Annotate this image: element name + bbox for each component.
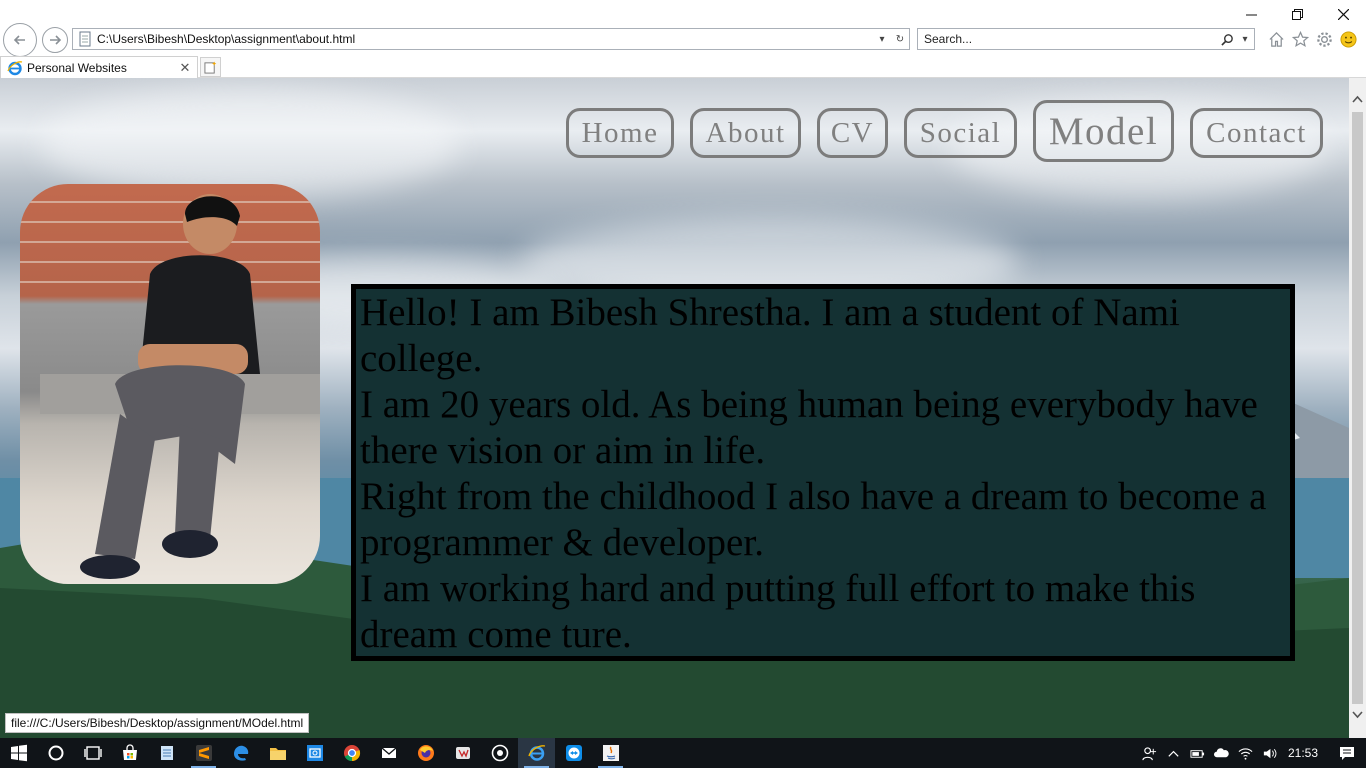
windows-start-icon[interactable] <box>0 738 37 768</box>
tab-strip: Personal Websites ✕ <box>0 56 1366 78</box>
teamviewer-icon[interactable] <box>555 738 592 768</box>
arrow-left-icon <box>13 35 25 45</box>
page-file-icon <box>79 31 91 47</box>
back-button[interactable] <box>3 23 37 57</box>
favorites-star-icon[interactable] <box>1290 29 1310 49</box>
link-status-tooltip: file:///C:/Users/Bibesh/Desktop/assignme… <box>5 713 310 733</box>
nav-contact-button[interactable]: Contact <box>1190 108 1323 158</box>
wifi-icon[interactable] <box>1234 738 1258 768</box>
ie-taskbar-icon[interactable] <box>518 738 555 768</box>
site-nav-menu: Home About CV Social Model Contact <box>0 100 1349 162</box>
web-page-viewport: Home About CV Social Model Contact Hello… <box>0 78 1349 738</box>
tab-personal-websites[interactable]: Personal Websites ✕ <box>0 56 198 78</box>
new-tab-button[interactable] <box>200 57 221 77</box>
system-tray: 21:53 <box>1138 738 1366 768</box>
scroll-up-icon[interactable] <box>1349 90 1366 107</box>
store-icon[interactable] <box>111 738 148 768</box>
notepad-icon[interactable] <box>148 738 185 768</box>
minimize-icon <box>1245 14 1257 15</box>
arrow-right-icon <box>50 35 62 45</box>
firefox-icon[interactable] <box>407 738 444 768</box>
search-icon[interactable] <box>1218 29 1236 49</box>
feedback-smiley-icon[interactable] <box>1338 29 1358 49</box>
tab-title: Personal Websites <box>27 60 127 75</box>
media-icon[interactable] <box>481 738 518 768</box>
address-bar[interactable]: C:\Users\Bibesh\Desktop\assignment\about… <box>72 28 910 50</box>
action-center-icon[interactable] <box>1328 738 1366 768</box>
browser-toolbar-icons <box>1266 28 1358 50</box>
nav-model-button[interactable]: Model <box>1033 100 1174 162</box>
winamp-icon[interactable] <box>444 738 481 768</box>
dream-paragraph: Right from the childhood I also have a d… <box>360 475 1267 564</box>
profile-photo <box>20 184 320 584</box>
chrome-icon[interactable] <box>333 738 370 768</box>
onedrive-icon[interactable] <box>1210 738 1234 768</box>
nav-cv-button[interactable]: CV <box>817 108 888 158</box>
close-tab-icon[interactable]: ✕ <box>177 60 193 76</box>
restore-icon <box>1291 8 1303 20</box>
browser-navigation-bar: C:\Users\Bibesh\Desktop\assignment\about… <box>0 22 1366 57</box>
new-tab-icon <box>204 60 217 74</box>
page-scrollbar[interactable] <box>1349 78 1366 738</box>
people-icon[interactable] <box>1138 738 1162 768</box>
intro-paragraph: Hello! I am Bibesh Shrestha. I am a stud… <box>360 291 1180 380</box>
file-explorer-icon[interactable] <box>259 738 296 768</box>
volume-icon[interactable] <box>1258 738 1282 768</box>
nav-home-button[interactable]: Home <box>566 108 674 158</box>
windows-taskbar: 21:53 <box>0 738 1366 768</box>
task-view-icon[interactable] <box>74 738 111 768</box>
home-icon[interactable] <box>1266 29 1286 49</box>
java-icon[interactable] <box>592 738 629 768</box>
age-paragraph: I am 20 years old. As being human being … <box>360 383 1258 472</box>
close-icon <box>1337 8 1349 20</box>
refresh-icon[interactable]: ↻ <box>891 29 909 49</box>
scrollbar-thumb[interactable] <box>1352 112 1363 704</box>
ie-icon <box>7 60 23 75</box>
person-figure <box>40 194 320 579</box>
nav-about-button[interactable]: About <box>690 108 801 158</box>
chevron-up-icon[interactable] <box>1162 738 1186 768</box>
address-url[interactable]: C:\Users\Bibesh\Desktop\assignment\about… <box>97 32 873 46</box>
edge-icon[interactable] <box>222 738 259 768</box>
scroll-down-icon[interactable] <box>1349 706 1366 723</box>
about-text-box: Hello! I am Bibesh Shrestha. I am a stud… <box>351 284 1295 661</box>
address-dropdown-icon[interactable]: ▾ <box>873 29 891 49</box>
sublime-icon[interactable] <box>185 738 222 768</box>
battery-icon[interactable] <box>1186 738 1210 768</box>
search-input[interactable] <box>918 32 1218 46</box>
forward-button[interactable] <box>42 27 68 53</box>
nav-social-button[interactable]: Social <box>904 108 1017 158</box>
taskbar-clock[interactable]: 21:53 <box>1282 746 1328 760</box>
photos-icon[interactable] <box>296 738 333 768</box>
settings-gear-icon[interactable] <box>1314 29 1334 49</box>
search-dropdown-icon[interactable]: ▾ <box>1236 29 1254 49</box>
search-box[interactable]: ▾ <box>917 28 1255 50</box>
cortana-icon[interactable] <box>37 738 74 768</box>
mail-icon[interactable] <box>370 738 407 768</box>
effort-paragraph: I am working hard and putting full effor… <box>360 567 1196 656</box>
